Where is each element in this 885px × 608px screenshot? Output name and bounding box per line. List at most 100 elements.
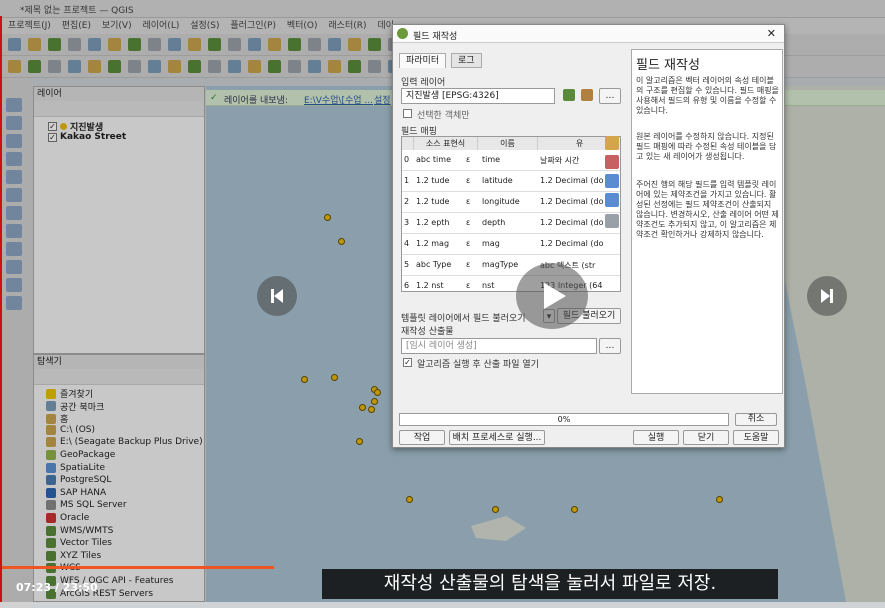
earthquake-point[interactable] xyxy=(716,496,723,503)
cancel-button[interactable]: 취소 xyxy=(735,413,777,426)
browser-item[interactable]: PostgreSQL xyxy=(46,475,111,486)
table-row[interactable]: 4 1.2 mag mag 1.2 Decimal (do ε xyxy=(402,234,620,255)
add-layer-icon[interactable] xyxy=(6,278,22,292)
earthquake-point[interactable] xyxy=(356,438,363,445)
toolbar-icon[interactable] xyxy=(248,60,261,73)
field-mapping-table[interactable]: 소스 표현식 이름 유 0 abc time time 날짜와 시간 ε 1 1.2 tud… xyxy=(401,136,621,292)
next-button[interactable] xyxy=(807,276,847,316)
expression-icon[interactable]: ε xyxy=(466,176,478,185)
toolbar-icon[interactable] xyxy=(248,38,261,51)
menu-vector[interactable]: 벡터(O) xyxy=(287,18,318,34)
toolbar-icon[interactable] xyxy=(328,38,341,51)
toolbar-icon[interactable] xyxy=(368,60,381,73)
previous-button[interactable] xyxy=(257,276,297,316)
earthquake-point[interactable] xyxy=(368,406,375,413)
delete-field-icon[interactable] xyxy=(605,155,619,169)
toolbar-icon[interactable] xyxy=(168,38,181,51)
output-file-input[interactable]: [임시 레이어 생성] xyxy=(401,338,597,354)
table-row[interactable]: 3 1.2 epth depth 1.2 Decimal (do ε xyxy=(402,213,620,234)
table-row[interactable]: 1 1.2 tude latitude 1.2 Decimal (do ε xyxy=(402,171,620,192)
advanced-button[interactable]: 작업 xyxy=(399,430,445,445)
toolbar-icon[interactable] xyxy=(308,60,321,73)
help-button[interactable]: 도움말 xyxy=(733,430,779,445)
menu-layer[interactable]: 레이어(L) xyxy=(142,18,179,34)
add-layer-icon[interactable] xyxy=(6,116,22,130)
add-layer-icon[interactable] xyxy=(6,242,22,256)
wrench-icon[interactable] xyxy=(581,89,593,101)
output-browse-button[interactable]: … xyxy=(599,338,621,354)
browser-item[interactable]: GeoPackage xyxy=(46,450,115,460)
browser-item[interactable]: 공간 북마크 xyxy=(46,400,104,413)
earthquake-point[interactable] xyxy=(371,398,378,405)
menu-view[interactable]: 보기(V) xyxy=(102,18,132,34)
close-button[interactable]: 닫기 xyxy=(683,430,729,445)
toolbar-icon[interactable] xyxy=(48,38,61,51)
browser-item[interactable]: C:\ (OS) xyxy=(46,424,95,435)
toolbar-icon[interactable] xyxy=(268,38,281,51)
earthquake-point[interactable] xyxy=(406,496,413,503)
earthquake-point[interactable] xyxy=(338,238,345,245)
menu-project[interactable]: 프로젝트(J) xyxy=(8,18,51,34)
expression-icon[interactable]: ε xyxy=(466,218,478,227)
toolbar-icon[interactable] xyxy=(108,38,121,51)
expression-icon[interactable]: ε xyxy=(466,260,478,269)
menu-settings[interactable]: 설정(S) xyxy=(190,18,219,34)
add-layer-icon[interactable] xyxy=(6,152,22,166)
earthquake-point[interactable] xyxy=(374,389,381,396)
toolbar-icon[interactable] xyxy=(108,60,121,73)
add-layer-icon[interactable] xyxy=(6,296,22,310)
run-button[interactable]: 실행 xyxy=(633,430,679,445)
browser-item[interactable]: 홈 xyxy=(46,412,68,425)
expression-icon[interactable]: ε xyxy=(466,155,478,164)
table-row[interactable]: 0 abc time time 날짜와 시간 ε xyxy=(402,150,620,171)
toolbar-icon[interactable] xyxy=(128,60,141,73)
toolbar-icon[interactable] xyxy=(308,38,321,51)
browser-item[interactable]: MS SQL Server xyxy=(46,500,127,511)
menu-plugins[interactable]: 플러그인(P) xyxy=(230,18,276,34)
toolbar-icon[interactable] xyxy=(88,60,101,73)
layer-checkbox[interactable]: ✓ xyxy=(48,132,57,142)
toolbar-icon[interactable] xyxy=(268,60,281,73)
toolbar-icon[interactable] xyxy=(288,38,301,51)
toolbar-icon[interactable] xyxy=(88,38,101,51)
add-layer-icon[interactable] xyxy=(6,98,22,112)
selected-only-checkbox[interactable] xyxy=(403,109,412,118)
browser-item[interactable]: Vector Tiles xyxy=(46,538,112,549)
earthquake-point[interactable] xyxy=(492,506,499,513)
refresh-icon[interactable] xyxy=(563,89,575,101)
move-down-icon[interactable] xyxy=(605,193,619,207)
earthquake-point[interactable] xyxy=(324,214,331,221)
open-after-checkbox[interactable]: ✓ xyxy=(403,358,412,367)
toolbar-icon[interactable] xyxy=(128,38,141,51)
add-layer-icon[interactable] xyxy=(6,188,22,202)
expression-icon[interactable]: ε xyxy=(466,239,478,248)
toolbar-icon[interactable] xyxy=(68,60,81,73)
table-row[interactable]: 2 1.2 tude longitude 1.2 Decimal (do ε xyxy=(402,192,620,213)
play-button[interactable] xyxy=(516,263,588,329)
close-icon[interactable]: ✕ xyxy=(767,27,776,40)
browser-item[interactable]: SAP HANA xyxy=(46,487,106,498)
browser-item[interactable]: WMS/WMTS xyxy=(46,525,113,536)
browser-item[interactable]: E:\ (Seagate Backup Plus Drive) xyxy=(46,437,203,448)
layer-checkbox[interactable]: ✓ xyxy=(48,122,57,131)
input-layer-select[interactable]: 지진발생 [EPSG:4326] xyxy=(401,88,555,104)
expression-icon[interactable]: ε xyxy=(466,197,478,206)
browser-item[interactable]: XYZ Tiles xyxy=(46,550,101,561)
input-layer-options-button[interactable]: … xyxy=(599,88,621,104)
toolbar-icon[interactable] xyxy=(28,60,41,73)
toolbar-icon[interactable] xyxy=(188,38,201,51)
toolbar-icon[interactable] xyxy=(348,60,361,73)
add-layer-icon[interactable] xyxy=(6,224,22,238)
toolbar-icon[interactable] xyxy=(188,60,201,73)
toolbar-icon[interactable] xyxy=(328,60,341,73)
toolbar-icon[interactable] xyxy=(8,38,21,51)
toolbar-icon[interactable] xyxy=(208,60,221,73)
earthquake-point[interactable] xyxy=(359,404,366,411)
add-layer-icon[interactable] xyxy=(6,206,22,220)
layer-item[interactable]: ✓ Kakao Street xyxy=(48,132,126,142)
expression-icon[interactable]: ε xyxy=(466,281,478,290)
reset-fields-icon[interactable] xyxy=(605,214,619,228)
tab-log[interactable]: 로그 xyxy=(451,53,482,68)
toolbar-icon[interactable] xyxy=(8,60,21,73)
browser-item[interactable]: Oracle xyxy=(46,513,89,523)
